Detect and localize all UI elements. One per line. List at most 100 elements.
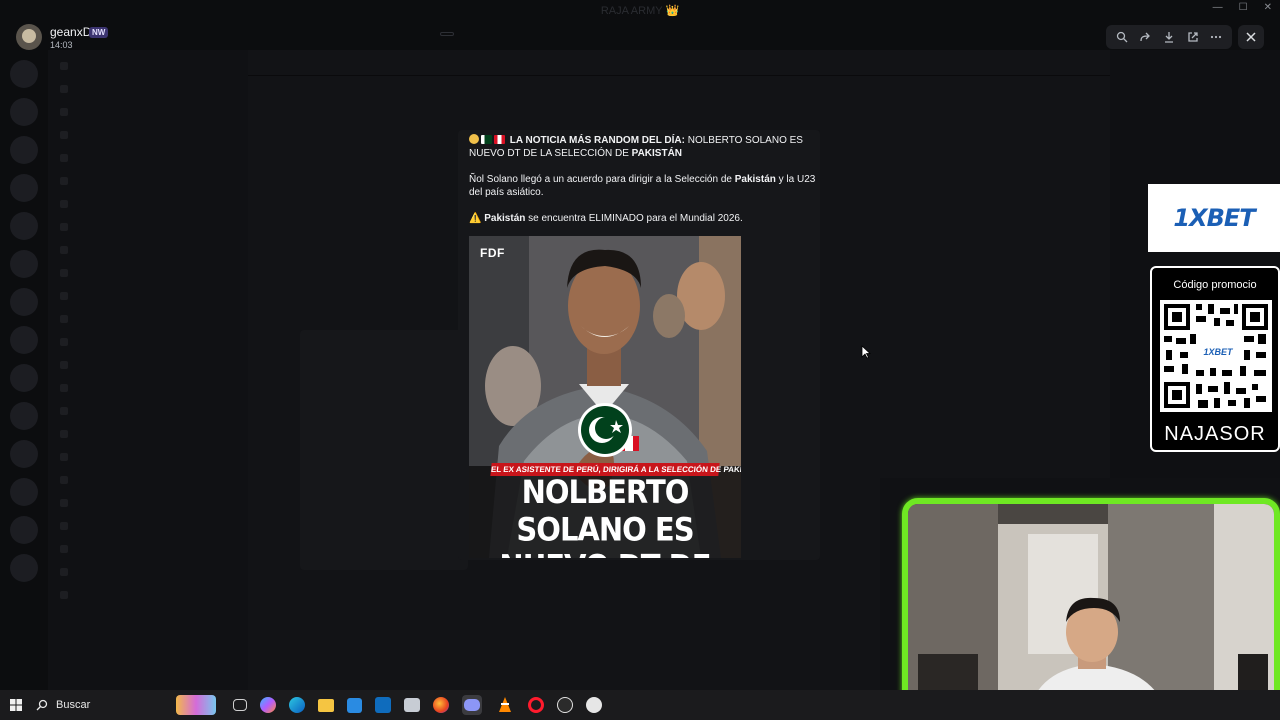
post-text: LA NOTICIA MÁS RANDOM DEL DÍA: NOLBERTO …: [469, 134, 819, 238]
channel-row: [60, 381, 236, 395]
channel-row: [60, 82, 236, 96]
file-explorer-icon[interactable]: [317, 698, 334, 712]
taskbar-search[interactable]: Buscar: [36, 690, 226, 720]
peru-flag-icon: [494, 135, 505, 144]
banner-button: [440, 32, 454, 36]
pakistan-flag-icon: [481, 135, 492, 144]
discord-icon[interactable]: [461, 695, 482, 715]
windows-icon: [10, 699, 22, 711]
post-warning: ⚠️ Pakistán se encuentra ELIMINADO para …: [469, 212, 819, 225]
vlc-icon[interactable]: [495, 695, 515, 715]
server-icon: [10, 212, 38, 240]
obs-icon[interactable]: [556, 697, 573, 713]
window-controls: — ☐ ✕: [1213, 2, 1272, 13]
copilot-icon[interactable]: [259, 697, 276, 713]
image-viewer-header: RAJA ARMY 👑 — ☐ ✕ geanxD NW 14:03: [0, 0, 1280, 50]
task-view-icon[interactable]: [232, 699, 247, 711]
post-time: 14:03: [50, 40, 73, 50]
cursor-icon: [861, 345, 871, 359]
app-icon[interactable]: [403, 698, 420, 712]
channel-row: [60, 358, 236, 372]
channel-row: [60, 588, 236, 602]
channel-row: [60, 197, 236, 211]
window-title: RAJA ARMY 👑: [600, 5, 680, 17]
warning-country: Pakistán: [484, 213, 526, 224]
channel-row: [60, 404, 236, 418]
warning-icon: ⚠️: [469, 213, 482, 224]
promo-title: Código promocio: [1173, 279, 1257, 291]
server-icon: [10, 60, 38, 88]
sponsor-logo-text: 1XBET: [1173, 204, 1255, 232]
outlook-icon[interactable]: [374, 697, 391, 713]
viewer-toolbar: [1106, 25, 1232, 49]
channel-row: [60, 174, 236, 188]
window-close-icon[interactable]: ✕: [1264, 2, 1272, 13]
brand-label: FDF: [480, 246, 505, 260]
channel-row: [60, 542, 236, 556]
server-icon: [10, 136, 38, 164]
post-headline: LA NOTICIA MÁS RANDOM DEL DÍA: NOLBERTO …: [469, 134, 819, 160]
channel-row: [60, 220, 236, 234]
channel-row: [60, 151, 236, 165]
search-icon: [36, 699, 48, 711]
server-icon: [10, 402, 38, 430]
qr-code: 1XBET: [1160, 300, 1272, 412]
store-icon[interactable]: [346, 697, 362, 713]
emoji-icon: [469, 134, 479, 144]
server-icon: [10, 516, 38, 544]
app-shield-icon[interactable]: [585, 697, 602, 713]
post-paragraph: Ñol Solano llegó a un acuerdo para dirig…: [469, 173, 819, 199]
image-headline-line1: NOLBERTO SOLANO ES: [516, 473, 694, 548]
server-icon: [10, 98, 38, 126]
background-image-card: [300, 330, 468, 570]
headline-prefix: LA NOTICIA MÁS RANDOM DEL DÍA:: [509, 135, 685, 146]
avatar[interactable]: [16, 24, 42, 50]
download-icon[interactable]: [1160, 28, 1178, 46]
edge-icon[interactable]: [288, 697, 305, 713]
more-icon[interactable]: [1207, 28, 1225, 46]
channel-row: [60, 266, 236, 280]
channel-header: [248, 50, 1110, 76]
channel-row: [60, 427, 236, 441]
minimize-icon[interactable]: —: [1213, 2, 1223, 13]
server-icon: [10, 326, 38, 354]
news-image[interactable]: FDF EL EX ASISTENTE DE PERÚ, DIRIGIRÁ A …: [469, 236, 741, 558]
close-button[interactable]: [1238, 25, 1264, 49]
webcam-feed: [908, 504, 1274, 714]
sponsor-logo: 1XBET: [1148, 184, 1280, 252]
server-list: [0, 50, 48, 690]
server-icon: [10, 478, 38, 506]
qr-inner-logo: 1XBET: [1203, 347, 1233, 357]
channel-row: [60, 496, 236, 510]
image-headline: NOLBERTO SOLANO ES NUEVO DT DE PAKISTÁN: [469, 473, 741, 558]
opera-icon[interactable]: [527, 697, 544, 713]
server-icon: [10, 364, 38, 392]
server-icon: [10, 554, 38, 582]
maximize-icon[interactable]: ☐: [1239, 2, 1248, 13]
start-button[interactable]: [2, 690, 30, 720]
channel-row: [60, 59, 236, 73]
channel-row: [60, 565, 236, 579]
channel-row: [60, 335, 236, 349]
headline-country: PAKISTÁN: [631, 148, 683, 159]
webcam-overlay: [902, 498, 1280, 720]
channel-row: [60, 289, 236, 303]
channel-list: [48, 50, 248, 690]
open-external-icon[interactable]: [1184, 28, 1202, 46]
channel-row: [60, 243, 236, 257]
paragraph-country: Pakistán: [734, 174, 776, 185]
close-icon: [1246, 32, 1256, 42]
zoom-icon[interactable]: [1113, 28, 1131, 46]
promo-code: NAJASOR: [1164, 423, 1266, 445]
server-icon: [10, 250, 38, 278]
forward-icon[interactable]: [1136, 28, 1154, 46]
warning-text: se encuentra ELIMINADO para el Mundial 2…: [528, 213, 743, 224]
channel-row: [60, 519, 236, 533]
author-name[interactable]: geanxD: [50, 25, 91, 39]
server-icon: [10, 440, 38, 468]
taskbar: Buscar: [0, 690, 1280, 720]
channel-row: [60, 128, 236, 142]
server-icon: [10, 288, 38, 316]
firefox-icon[interactable]: [432, 697, 449, 713]
channel-row: [60, 105, 236, 119]
